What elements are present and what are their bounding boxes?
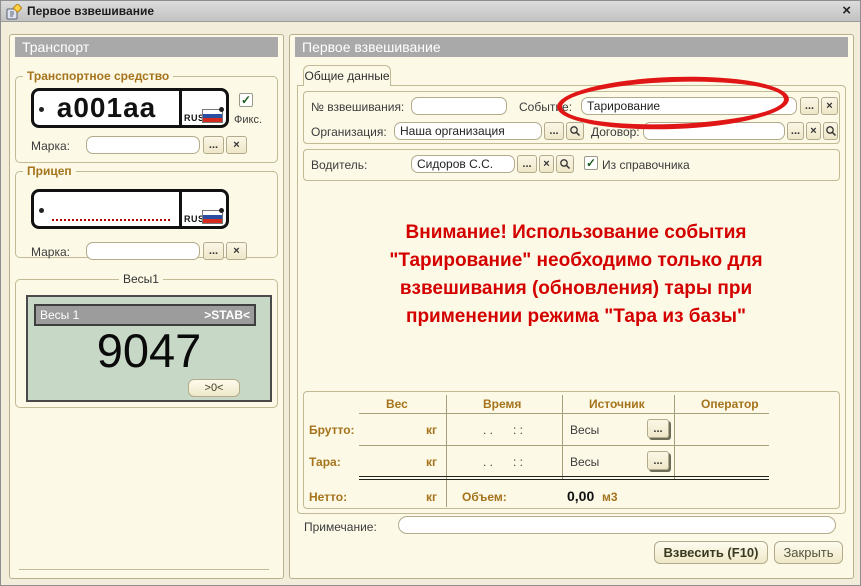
vehicle-brand-label: Марка: <box>31 139 70 153</box>
magnifier-icon <box>559 158 571 170</box>
magnifier-icon <box>825 125 837 137</box>
event-input[interactable] <box>581 97 797 115</box>
col-header-weight: Вес <box>386 397 408 411</box>
scales-tab-label[interactable]: Весы1 <box>119 272 163 286</box>
left-panel-divider <box>19 569 269 571</box>
vehicle-plate-region: RUS <box>179 91 226 125</box>
fixed-checkbox-label: Фикс. <box>234 114 262 126</box>
contract-clear-button[interactable]: × <box>806 122 821 140</box>
contract-input[interactable] <box>643 122 785 140</box>
plate-bolt <box>219 107 224 112</box>
transport-panel-header: Транспорт <box>15 37 278 57</box>
grid-line <box>674 395 675 479</box>
organization-select-button[interactable]: ... <box>544 122 564 140</box>
vehicle-brand-clear-button[interactable]: × <box>226 136 247 154</box>
netto-unit: кг <box>359 490 437 504</box>
organization-input[interactable] <box>394 122 542 140</box>
tara-label: Тара: <box>309 455 341 469</box>
tara-source: Весы <box>570 455 599 469</box>
brutto-source: Весы <box>570 423 599 437</box>
plate-bolt <box>39 208 44 213</box>
grid-line <box>446 395 447 507</box>
driver-search-button[interactable] <box>556 155 574 173</box>
vehicle-group-label: Транспортное средство <box>23 69 173 83</box>
organization-label: Организация: <box>311 125 387 139</box>
driver-label: Водитель: <box>311 158 367 172</box>
warning-line: взвешивания (обновления) тары при <box>321 275 831 303</box>
driver-select-button[interactable]: ... <box>517 155 537 173</box>
volume-label: Объем: <box>462 490 507 504</box>
scale-display: Весы 1 >STAB< 9047 >0< <box>26 295 272 402</box>
magnifier-icon <box>569 125 581 137</box>
vehicle-brand-select-button[interactable]: ... <box>203 136 224 154</box>
volume-unit: м3 <box>602 490 618 504</box>
tab-general-data[interactable]: Общие данные <box>303 65 391 86</box>
vehicle-plate[interactable]: а001аа RUS <box>31 88 229 128</box>
trailer-group-label: Прицеп <box>23 164 76 178</box>
fixed-checkbox[interactable]: ✓ <box>239 93 253 107</box>
trailer-plate-number <box>34 192 179 226</box>
netto-double-line <box>359 476 769 480</box>
event-select-button[interactable]: ... <box>800 97 819 115</box>
weighing-number-label: № взвешивания: <box>311 100 404 114</box>
netto-label: Нетто: <box>309 490 347 504</box>
header-underline <box>359 413 769 414</box>
scale-weight-value: 9047 <box>28 323 270 378</box>
brutto-label: Брутто: <box>309 423 355 437</box>
from-catalog-label: Из справочника <box>602 158 690 172</box>
close-button[interactable]: Закрыть <box>774 541 843 564</box>
title-bar[interactable]: Первое взвешивание × <box>1 1 860 22</box>
driver-input[interactable] <box>411 155 515 173</box>
empty-plate-underline <box>52 219 170 221</box>
brutto-time: . . : : <box>483 423 523 437</box>
scale-zero-button[interactable]: >0< <box>188 379 240 397</box>
vehicle-brand-input[interactable] <box>86 136 200 154</box>
event-clear-button[interactable]: × <box>821 97 838 115</box>
plate-bolt <box>39 107 44 112</box>
organization-search-button[interactable] <box>566 122 584 140</box>
scale-name: Весы 1 <box>40 308 79 322</box>
window-title: Первое взвешивание <box>27 4 154 18</box>
weighing-number-input[interactable] <box>411 97 507 115</box>
trailer-brand-select-button[interactable]: ... <box>203 242 224 260</box>
weighing-panel-header: Первое взвешивание <box>295 37 848 57</box>
contract-label: Договор: <box>591 125 640 139</box>
plate-bolt <box>219 208 224 213</box>
col-header-source: Источник <box>589 397 645 411</box>
col-header-operator: Оператор <box>701 397 759 411</box>
contract-select-button[interactable]: ... <box>787 122 804 140</box>
document-weighing-icon <box>6 4 22 20</box>
volume-value: 0,00 <box>567 488 594 504</box>
trailer-brand-input[interactable] <box>86 242 200 260</box>
trailer-plate[interactable]: RUS <box>31 189 229 229</box>
dialog-window: Первое взвешивание × Транспорт Транспорт… <box>0 0 861 586</box>
driver-clear-button[interactable]: × <box>539 155 554 173</box>
close-icon[interactable]: × <box>842 2 851 19</box>
warning-line: применении режима "Тара из базы" <box>321 303 831 331</box>
col-header-time: Время <box>483 397 521 411</box>
grid-line <box>562 395 563 479</box>
tara-source-select-button[interactable]: ... <box>647 451 669 470</box>
trailer-plate-region: RUS <box>179 192 226 226</box>
tara-time: . . : : <box>483 455 523 469</box>
trailer-brand-clear-button[interactable]: × <box>226 242 247 260</box>
note-label: Примечание: <box>304 520 377 534</box>
brutto-source-select-button[interactable]: ... <box>647 419 669 438</box>
row-divider <box>359 445 769 446</box>
vehicle-plate-number: а001аа <box>34 91 179 125</box>
from-catalog-checkbox[interactable]: ✓ <box>584 156 598 170</box>
warning-text: Внимание! Использование события "Тариров… <box>321 219 831 331</box>
warning-line: Внимание! Использование события <box>321 219 831 247</box>
tara-unit: кг <box>359 455 437 469</box>
weigh-button[interactable]: Взвесить (F10) <box>654 541 768 564</box>
trailer-brand-label: Марка: <box>31 245 70 259</box>
contract-search-button[interactable] <box>823 122 838 140</box>
warning-line: "Тарирование" необходимо только для <box>321 247 831 275</box>
event-label: Событие: <box>519 100 572 114</box>
scale-stab-indicator: >STAB< <box>204 308 250 322</box>
note-input[interactable] <box>398 516 836 534</box>
brutto-unit: кг <box>359 423 437 437</box>
